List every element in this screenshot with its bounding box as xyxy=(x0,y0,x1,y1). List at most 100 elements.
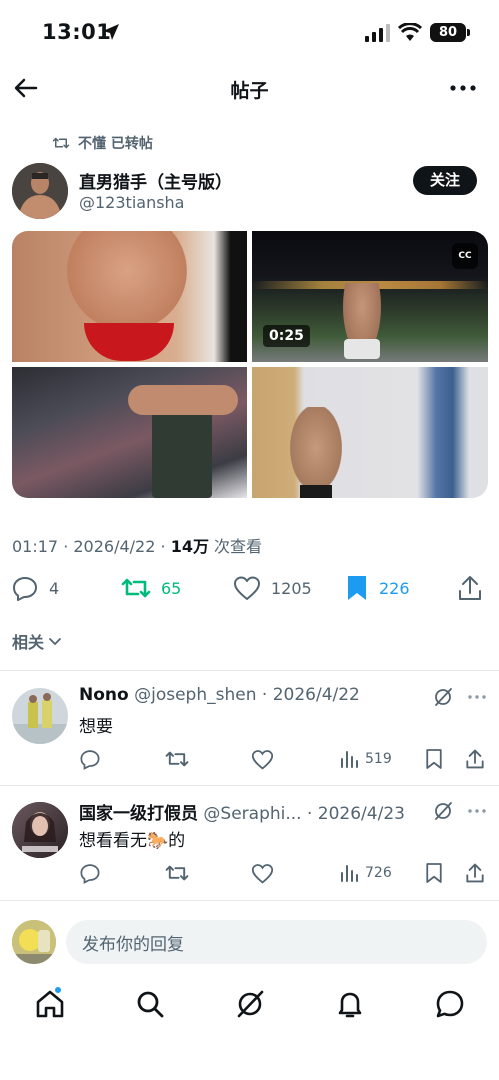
reply-author-handle[interactable]: @joseph_shen xyxy=(134,685,256,705)
like-count: 1205 xyxy=(271,578,312,598)
divider xyxy=(0,670,499,671)
divider xyxy=(0,900,499,901)
chat-bubble-icon xyxy=(436,990,464,1018)
reply-button[interactable] xyxy=(79,746,101,772)
bookmark-button[interactable] xyxy=(425,746,443,772)
views-button[interactable]: 726 xyxy=(339,860,392,886)
bell-icon xyxy=(338,992,362,1018)
follow-button[interactable]: 关注 xyxy=(413,166,477,195)
tab-grok[interactable] xyxy=(234,988,266,1020)
share-button[interactable] xyxy=(457,570,483,606)
retweet-indicator[interactable]: 不懂 已转帖 xyxy=(52,133,153,153)
grok-icon[interactable] xyxy=(432,800,454,822)
tab-messages[interactable] xyxy=(434,988,466,1020)
current-user-avatar[interactable] xyxy=(12,920,56,964)
bookmark-button[interactable]: 226 xyxy=(345,570,410,606)
post-action-bar: 4 65 1205 226 xyxy=(0,570,499,606)
grok-icon xyxy=(237,990,264,1018)
view-count[interactable]: 14万 xyxy=(171,537,209,556)
photo-detail xyxy=(84,323,174,361)
reply-header: 国家一级打假员 @Seraphi... · 2026/4/23 xyxy=(79,799,429,824)
reply-item[interactable]: 国家一级打假员 @Seraphi... · 2026/4/23 想看看无🐎的 7… xyxy=(0,786,499,900)
related-dropdown[interactable]: 相关 xyxy=(12,629,62,653)
retweet-count: 65 xyxy=(161,578,182,598)
video-duration: 0:25 xyxy=(263,325,310,347)
reply-author-name[interactable]: Nono xyxy=(79,685,129,705)
avatar-image xyxy=(12,688,68,744)
reply-avatar[interactable] xyxy=(12,802,68,858)
author-name[interactable]: 直男猎手（主号版） xyxy=(79,168,232,193)
like-button[interactable] xyxy=(251,860,274,886)
like-button[interactable] xyxy=(251,746,274,772)
retweet-icon xyxy=(121,578,151,598)
reply-icon xyxy=(80,864,100,884)
reply-author-name[interactable]: 国家一级打假员 xyxy=(79,804,198,824)
post-time: 01:17 xyxy=(12,537,59,556)
reply-count: 4 xyxy=(49,578,60,598)
like-button[interactable]: 1205 xyxy=(233,570,312,606)
bookmark-button[interactable] xyxy=(425,860,443,886)
tab-notifications[interactable] xyxy=(334,988,366,1020)
status-bar: 13:01 80 xyxy=(0,0,499,64)
bottom-tab-bar xyxy=(0,980,499,1030)
retweet-icon xyxy=(165,865,189,881)
view-count: 726 xyxy=(365,865,392,881)
heart-icon xyxy=(251,749,274,770)
author-avatar[interactable] xyxy=(12,163,68,219)
notification-dot xyxy=(54,986,62,994)
grok-icon[interactable] xyxy=(432,686,454,708)
heart-icon xyxy=(234,576,260,600)
media-image-1[interactable] xyxy=(12,231,247,362)
reply-avatar[interactable] xyxy=(12,688,68,744)
view-count: 519 xyxy=(365,751,392,767)
more-options-icon[interactable] xyxy=(466,800,488,822)
reply-button[interactable] xyxy=(79,860,101,886)
more-options-icon[interactable] xyxy=(449,77,477,99)
reply-item[interactable]: Nono @joseph_shen · 2026/4/22 想要 519 xyxy=(0,672,499,786)
share-button[interactable] xyxy=(465,860,485,886)
retweet-icon xyxy=(165,751,189,767)
tab-search[interactable] xyxy=(134,988,166,1020)
retweet-button[interactable] xyxy=(165,860,189,886)
share-icon xyxy=(466,749,484,769)
reply-button[interactable]: 4 xyxy=(11,570,59,606)
author-handle[interactable]: @123tiansha xyxy=(79,193,184,212)
retweet-button[interactable] xyxy=(165,746,189,772)
media-grid: CC 0:25 xyxy=(12,231,488,498)
location-arrow-icon xyxy=(103,24,119,40)
media-image-4[interactable] xyxy=(252,367,488,498)
reply-compose-input[interactable]: 发布你的回复 xyxy=(66,920,487,964)
chevron-down-icon xyxy=(49,638,61,646)
more-options-icon[interactable] xyxy=(466,686,488,708)
retweet-icon xyxy=(52,137,70,149)
reply-action-bar: 519 xyxy=(79,746,489,772)
meta-separator: · xyxy=(58,537,74,556)
reply-header: Nono @joseph_shen · 2026/4/22 xyxy=(79,685,429,705)
media-video[interactable]: CC 0:25 xyxy=(252,231,488,362)
video-detail xyxy=(344,339,380,359)
reply-text: 想看看无🐎的 xyxy=(79,831,186,851)
heart-icon xyxy=(251,863,274,884)
analytics-icon xyxy=(341,751,358,768)
tab-home[interactable] xyxy=(34,986,66,1020)
reply-author-handle[interactable]: @Seraphi... xyxy=(203,804,301,824)
cellular-signal-icon xyxy=(365,24,390,42)
retweet-label: 不懂 已转帖 xyxy=(78,136,153,152)
views-button[interactable]: 519 xyxy=(339,746,392,772)
bookmark-filled-icon xyxy=(348,576,366,600)
avatar-image xyxy=(12,163,68,219)
reply-icon xyxy=(13,577,37,601)
post-date: 2026/4/22 xyxy=(73,537,156,556)
closed-caption-icon[interactable]: CC xyxy=(452,243,478,269)
home-icon xyxy=(36,990,64,1018)
bookmark-icon xyxy=(426,863,442,883)
share-button[interactable] xyxy=(465,746,485,772)
top-nav: 帖子 xyxy=(0,64,499,112)
media-image-3[interactable] xyxy=(12,367,247,498)
battery-indicator: 80 xyxy=(430,23,470,42)
search-icon xyxy=(137,991,164,1018)
retweet-button[interactable]: 65 xyxy=(121,570,181,606)
views-suffix: 次查看 xyxy=(208,537,263,556)
share-icon xyxy=(459,576,481,600)
post-meta: 01:17 · 2026/4/22 · 14万 次查看 xyxy=(12,533,262,557)
